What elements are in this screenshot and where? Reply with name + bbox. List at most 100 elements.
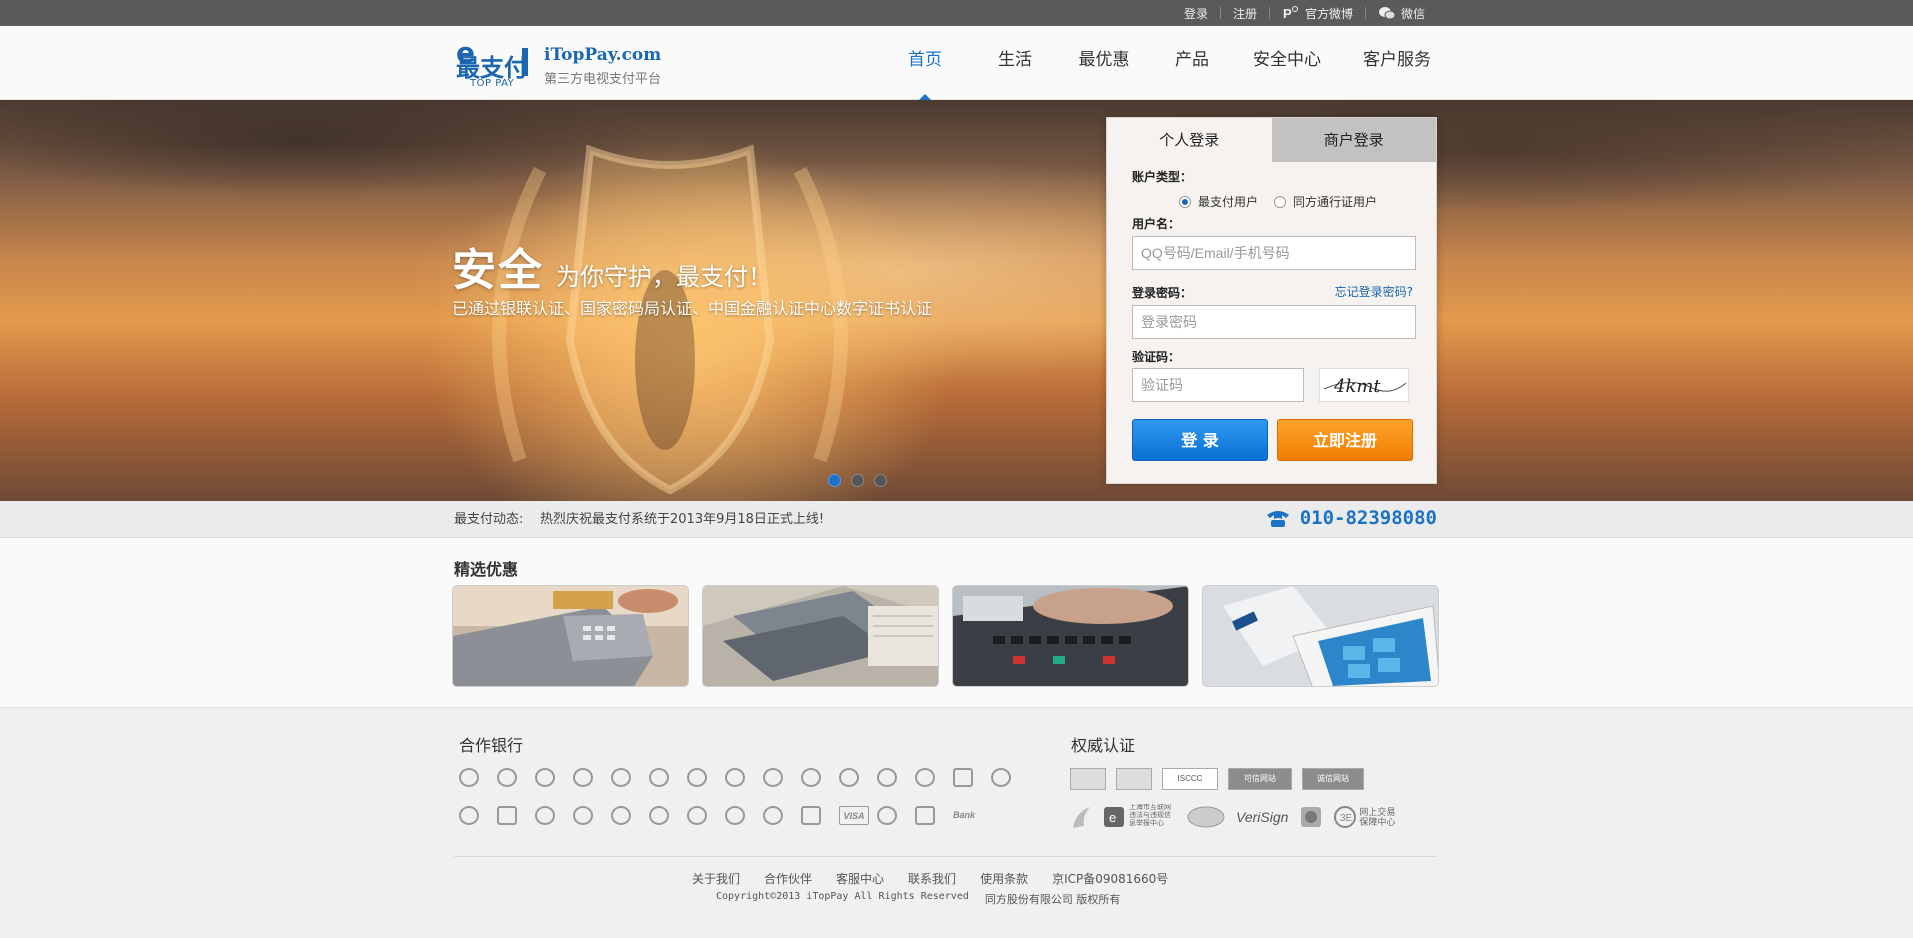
cert-badge-trade[interactable]: 3E 网上交易保障中心 xyxy=(1334,804,1404,830)
cert-badge-flag[interactable] xyxy=(1070,804,1092,830)
featured-deals: 精选优惠 xyxy=(0,538,1913,708)
footer-link-support[interactable]: 客服中心 xyxy=(824,870,896,887)
site-header: e 最支付 TOP PAY iTopPay.com 第三方电视支付平台 首页 生… xyxy=(0,26,1913,100)
password-label: 登录密码： xyxy=(1132,286,1193,300)
register-button[interactable]: 立即注册 xyxy=(1277,419,1413,461)
nav-item-service[interactable]: 客户服务 xyxy=(1338,26,1456,100)
password-input[interactable]: 登录密码 xyxy=(1132,305,1416,339)
bank-logo-icon[interactable] xyxy=(839,768,859,787)
unionpay-logo-icon[interactable] xyxy=(801,806,821,825)
cert-badge-integrity[interactable]: 诚信网站 xyxy=(1302,768,1364,790)
bank-logo-icon[interactable] xyxy=(649,806,669,825)
radio-topay-user[interactable]: 最支付用户 xyxy=(1179,193,1258,210)
bank-logo-icon[interactable] xyxy=(573,806,593,825)
bank-logo-icon[interactable] xyxy=(611,806,631,825)
username-input[interactable]: QQ号码/Email/手机号码 xyxy=(1132,236,1416,270)
bank-logo-icon[interactable] xyxy=(687,806,707,825)
login-button[interactable]: 登 录 xyxy=(1132,419,1268,461)
cert-row-1: ISCCC 可信网站 诚信网站 xyxy=(1070,768,1364,790)
deal-card-calculator[interactable] xyxy=(952,585,1189,687)
bank-logo-icon[interactable] xyxy=(459,768,479,787)
bank-logo-icon[interactable] xyxy=(611,768,631,787)
bank-logo-icon[interactable] xyxy=(915,806,935,825)
wechat-link[interactable]: 微信 xyxy=(1366,5,1437,22)
mastercard-logo-icon[interactable] xyxy=(877,806,897,825)
slide-dot-1[interactable] xyxy=(828,474,841,487)
bank-logo-icon[interactable] xyxy=(687,768,707,787)
tab-personal-login[interactable]: 个人登录 xyxy=(1107,118,1272,162)
footer-link-about[interactable]: 关于我们 xyxy=(680,870,752,887)
wechat-icon xyxy=(1378,7,1396,20)
wechat-label: 微信 xyxy=(1400,6,1425,21)
top-login-link[interactable]: 登录 xyxy=(1172,5,1220,22)
bank-logo-icon[interactable] xyxy=(535,806,555,825)
bank-logo-icon[interactable] xyxy=(801,768,821,787)
bank-logo-icon[interactable] xyxy=(725,806,745,825)
bank-logo-icon[interactable] xyxy=(991,768,1011,787)
bank-logo-icon[interactable] xyxy=(649,768,669,787)
captcha-input[interactable]: 验证码 xyxy=(1132,368,1304,402)
captcha-text: 4kmt xyxy=(1333,376,1381,397)
footer-link-icp[interactable]: 京ICP备09081660号 xyxy=(1040,870,1180,887)
nav-item-products[interactable]: 产品 xyxy=(1148,26,1236,100)
forgot-password-link[interactable]: 忘记登录密码? xyxy=(1335,283,1413,300)
bank-logo-icon[interactable] xyxy=(573,768,593,787)
svg-text:e: e xyxy=(1109,810,1116,825)
footer-link-terms[interactable]: 使用条款 xyxy=(968,870,1040,887)
deal-cards xyxy=(452,585,1439,687)
hero-banner[interactable]: 安全 为你守护，最支付！ 已通过银联认证、国家密码局认证、中国金融认证中心数字证… xyxy=(0,100,1913,501)
news-strip: 最支付动态: 热烈庆祝最支付系统于2013年9月18日正式上线! 010-823… xyxy=(0,501,1913,538)
bank-logo-icon[interactable] xyxy=(763,806,783,825)
police-badge-icon xyxy=(1301,807,1322,827)
cert-badge-isccc[interactable]: ISCCC xyxy=(1162,768,1218,790)
top-links: 登录 注册 P 官方微博 微信 xyxy=(1172,0,1437,26)
bank-logo-icon[interactable] xyxy=(725,768,745,787)
site-logo[interactable]: e 最支付 TOP PAY iTopPay.com 第三方电视支付平台 xyxy=(454,38,684,90)
captcha-image[interactable]: 4kmt xyxy=(1319,368,1409,402)
bank-logo-icon[interactable] xyxy=(497,768,517,787)
cert-badge-1[interactable] xyxy=(1070,768,1106,790)
cert-badge-police[interactable] xyxy=(1298,804,1324,830)
radio-button[interactable] xyxy=(1179,195,1191,208)
bank-logo-icon[interactable] xyxy=(953,768,973,787)
top-register-link[interactable]: 注册 xyxy=(1221,5,1269,22)
bank-logo-icon[interactable] xyxy=(535,768,555,787)
footer-links: 关于我们 合作伙伴 客服中心 联系我们 使用条款 京ICP备09081660号 xyxy=(680,870,1180,887)
account-type-label: 账户类型： xyxy=(1132,170,1193,184)
slide-dot-2[interactable] xyxy=(851,474,864,487)
footer-link-partners[interactable]: 合作伙伴 xyxy=(752,870,824,887)
deal-card-phone[interactable] xyxy=(1202,585,1439,687)
bank-logo-icon[interactable] xyxy=(459,806,479,825)
visa-logo-icon[interactable]: VISA xyxy=(839,806,869,825)
login-tabs: 个人登录 商户登录 xyxy=(1107,118,1436,162)
radio-tongfang-user[interactable]: 同方通行证用户 xyxy=(1274,193,1377,210)
bank-logo-icon[interactable] xyxy=(497,806,517,825)
phone-reader-image xyxy=(1203,586,1438,686)
logo-tagline: 第三方电视支付平台 xyxy=(544,72,662,87)
bank-logo-icon[interactable] xyxy=(915,768,935,787)
deal-card-pos[interactable] xyxy=(452,585,689,687)
weibo-link[interactable]: P 官方微博 xyxy=(1270,5,1365,22)
nav-item-deals[interactable]: 最优惠 xyxy=(1060,26,1148,100)
report-icon: e xyxy=(1104,807,1124,827)
cert-badge-oval[interactable] xyxy=(1186,804,1226,830)
nav-item-security[interactable]: 安全中心 xyxy=(1236,26,1338,100)
bank-wordmark-icon[interactable]: Bank xyxy=(953,806,983,825)
cert-badge-trusted[interactable]: 可信网站 xyxy=(1228,768,1292,790)
tab-merchant-login[interactable]: 商户登录 xyxy=(1271,118,1436,162)
radio-button[interactable] xyxy=(1274,195,1287,208)
bank-logo-icon[interactable] xyxy=(877,768,897,787)
cert-badge-verisign[interactable]: VeriSign xyxy=(1236,804,1288,830)
nav-item-home[interactable]: 首页 xyxy=(880,26,970,100)
deal-card-cards[interactable] xyxy=(702,585,939,687)
slide-dot-3[interactable] xyxy=(874,474,887,487)
bank-logo-icon[interactable] xyxy=(763,768,783,787)
footer-link-contact[interactable]: 联系我们 xyxy=(896,870,968,887)
cert-badge-report[interactable]: e 上海市互联网违法与违规信息举报中心 xyxy=(1102,804,1176,830)
nav-item-life[interactable]: 生活 xyxy=(970,26,1060,100)
footer-divider xyxy=(454,856,1437,857)
deals-title: 精选优惠 xyxy=(454,560,519,579)
cert-badge-2[interactable] xyxy=(1116,768,1152,790)
news-headline[interactable]: 热烈庆祝最支付系统于2013年9月18日正式上线! xyxy=(540,501,824,538)
radio-label: 同方通行证用户 xyxy=(1293,195,1378,209)
